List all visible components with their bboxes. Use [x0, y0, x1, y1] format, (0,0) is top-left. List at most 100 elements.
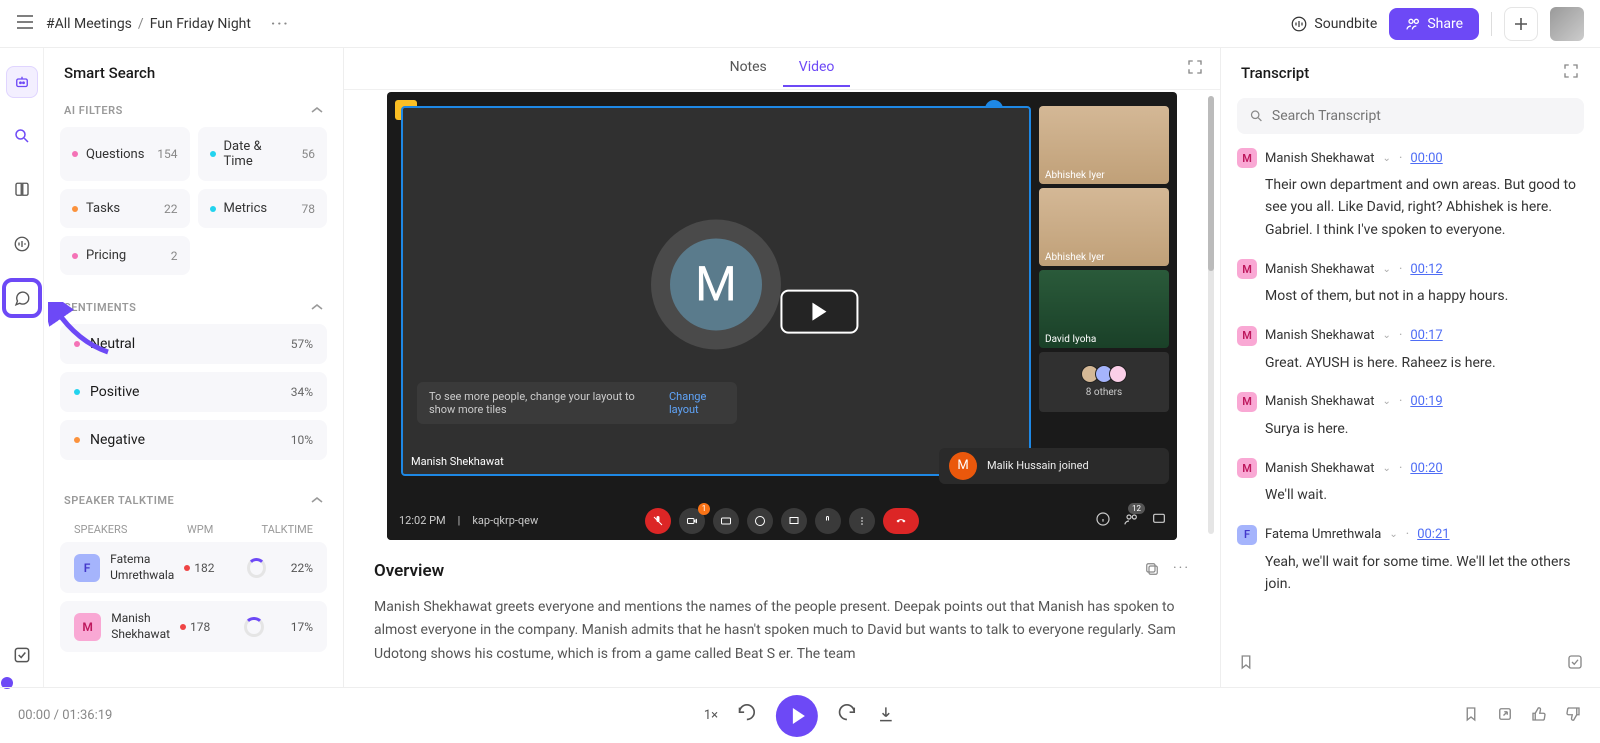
breadcrumb-separator: /	[138, 16, 144, 32]
rail-bot-icon[interactable]	[6, 66, 38, 98]
change-layout-link[interactable]: Change layout	[669, 390, 725, 416]
filter-pricing[interactable]: Pricing 2	[60, 236, 190, 275]
chat-panel-icon[interactable]	[1151, 511, 1167, 530]
transcript-item[interactable]: M Manish Shekhawat ⌄ · 00:12 Most of the…	[1237, 259, 1584, 307]
rail-book-icon[interactable]	[6, 174, 38, 206]
tab-notes[interactable]: Notes	[714, 49, 783, 87]
transcript-speaker-name: Manish Shekhawat	[1265, 461, 1375, 476]
camera-icon[interactable]: 1	[679, 508, 705, 534]
speaker-talktime: 22%	[276, 561, 313, 575]
speaker-row[interactable]: M Manish Shekhawat 178 17%	[60, 601, 327, 652]
rail-chat-icon[interactable]	[6, 282, 38, 314]
transcript-item[interactable]: F Fatema Umrethwala ⌄ · 00:21 Yeah, we'l…	[1237, 525, 1584, 596]
people-icon[interactable]: 12	[1123, 511, 1139, 530]
filter-questions[interactable]: Questions 154	[60, 127, 190, 181]
chevron-down-icon[interactable]: ⌄	[1383, 264, 1391, 275]
bookmark-icon[interactable]	[1462, 705, 1480, 727]
filter-metrics[interactable]: Metrics 78	[198, 189, 328, 228]
others-count: 8 others	[1086, 387, 1122, 398]
tab-video[interactable]: Video	[783, 49, 851, 87]
soundbite-label: Soundbite	[1314, 16, 1377, 32]
user-avatar[interactable]	[1550, 7, 1584, 41]
thumbs-up-icon[interactable]	[1530, 705, 1548, 727]
breadcrumb-root[interactable]: #All Meetings	[46, 16, 132, 32]
participant-tile: Abhishek Iyer	[1039, 106, 1169, 184]
sentiment-negative-label: Negative	[90, 432, 145, 448]
play-button[interactable]	[780, 289, 858, 333]
main-video-tile: M Manish Shekhawat To see more people, c…	[401, 106, 1031, 476]
filter-datetime[interactable]: Date & Time 56	[198, 127, 328, 181]
forward-icon[interactable]	[836, 703, 858, 729]
rail-search-icon[interactable]	[6, 120, 38, 152]
end-call-icon[interactable]	[883, 508, 919, 534]
chevron-up-icon[interactable]	[311, 104, 323, 117]
overview-title: Overview	[374, 561, 444, 581]
chevron-up-icon[interactable]	[311, 301, 323, 314]
filter-metrics-count: 78	[302, 202, 316, 216]
chevron-down-icon[interactable]: ⌄	[1383, 153, 1391, 164]
bookmark-icon[interactable]	[1237, 659, 1255, 675]
share-label: Share	[1427, 16, 1463, 32]
filter-tasks[interactable]: Tasks 22	[60, 189, 190, 228]
present-icon[interactable]	[781, 508, 807, 534]
transcript-item[interactable]: M Manish Shekhawat ⌄ · 00:20 We'll wait.	[1237, 458, 1584, 506]
transcript-timestamp[interactable]: 00:21	[1417, 527, 1449, 542]
transcript-item[interactable]: M Manish Shekhawat ⌄ · 00:00 Their own d…	[1237, 148, 1584, 241]
sentiment-negative[interactable]: Negative 10%	[60, 420, 327, 460]
transcript-avatar: M	[1237, 326, 1257, 346]
more-horiz-icon[interactable]: ···	[1173, 560, 1190, 582]
speaker-row[interactable]: F Fatema Umrethwala 182 22%	[60, 542, 327, 593]
chevron-down-icon[interactable]: ⌄	[1389, 529, 1397, 540]
rail-analytics-icon[interactable]	[6, 228, 38, 260]
copy-icon[interactable]	[1143, 560, 1161, 582]
transcript-avatar: F	[1237, 525, 1257, 545]
playback-speed[interactable]: 1×	[704, 708, 718, 723]
play-button[interactable]	[776, 695, 818, 737]
menu-icon[interactable]	[16, 15, 34, 33]
share-out-icon[interactable]	[1496, 705, 1514, 727]
share-button[interactable]: Share	[1389, 8, 1479, 40]
transcript-timestamp[interactable]: 00:19	[1410, 394, 1442, 409]
scrollbar[interactable]	[1208, 96, 1214, 271]
ai-filters-header: AI FILTERS	[64, 104, 123, 117]
video-player[interactable]: M Manish Shekhawat To see more people, c…	[387, 92, 1177, 540]
expand-icon[interactable]	[1186, 58, 1204, 80]
captions-icon[interactable]	[713, 508, 739, 534]
chevron-down-icon[interactable]: ⌄	[1383, 463, 1391, 474]
thumbs-down-icon[interactable]	[1564, 705, 1582, 727]
transcript-item[interactable]: M Manish Shekhawat ⌄ · 00:17 Great. AYUS…	[1237, 326, 1584, 374]
info-icon[interactable]	[1095, 511, 1111, 530]
rail-checkbox-icon[interactable]	[6, 639, 38, 671]
divider: |	[458, 514, 461, 527]
transcript-search[interactable]	[1237, 98, 1584, 134]
soundbite-button[interactable]: Soundbite	[1290, 15, 1377, 33]
joined-avatar: M	[949, 452, 977, 480]
download-icon[interactable]	[876, 704, 896, 728]
emoji-icon[interactable]	[747, 508, 773, 534]
transcript-timestamp[interactable]: 00:20	[1410, 461, 1442, 476]
transcript-timestamp[interactable]: 00:17	[1410, 328, 1442, 343]
expand-icon[interactable]	[1562, 62, 1580, 84]
transcript-item[interactable]: M Manish Shekhawat ⌄ · 00:19 Surya is he…	[1237, 392, 1584, 440]
more-icon[interactable]: ···	[271, 16, 290, 32]
participant-tile: Abhishek Iyer	[1039, 188, 1169, 266]
add-button[interactable]	[1504, 7, 1538, 41]
breadcrumb: #All Meetings / Fun Friday Night	[46, 16, 251, 32]
transcript-timestamp[interactable]: 00:12	[1410, 262, 1442, 277]
meet-code: kap-qkrp-qew	[472, 514, 538, 527]
transcript-title: Transcript	[1241, 64, 1309, 82]
chevron-down-icon[interactable]: ⌄	[1383, 330, 1391, 341]
others-tile[interactable]: 8 others	[1039, 352, 1169, 412]
more-vert-icon[interactable]	[849, 508, 875, 534]
transcript-timestamp[interactable]: 00:00	[1410, 151, 1442, 166]
mic-off-icon[interactable]	[645, 508, 671, 534]
col-talktime: TALKTIME	[243, 523, 313, 536]
rewind-icon[interactable]	[736, 703, 758, 729]
sentiment-positive[interactable]: Positive 34%	[60, 372, 327, 412]
col-speakers: SPEAKERS	[74, 523, 187, 536]
chevron-up-icon[interactable]	[311, 494, 323, 507]
edit-icon[interactable]	[1566, 653, 1584, 675]
raise-hand-icon[interactable]	[815, 508, 841, 534]
transcript-search-input[interactable]	[1272, 108, 1572, 124]
chevron-down-icon[interactable]: ⌄	[1383, 396, 1391, 407]
